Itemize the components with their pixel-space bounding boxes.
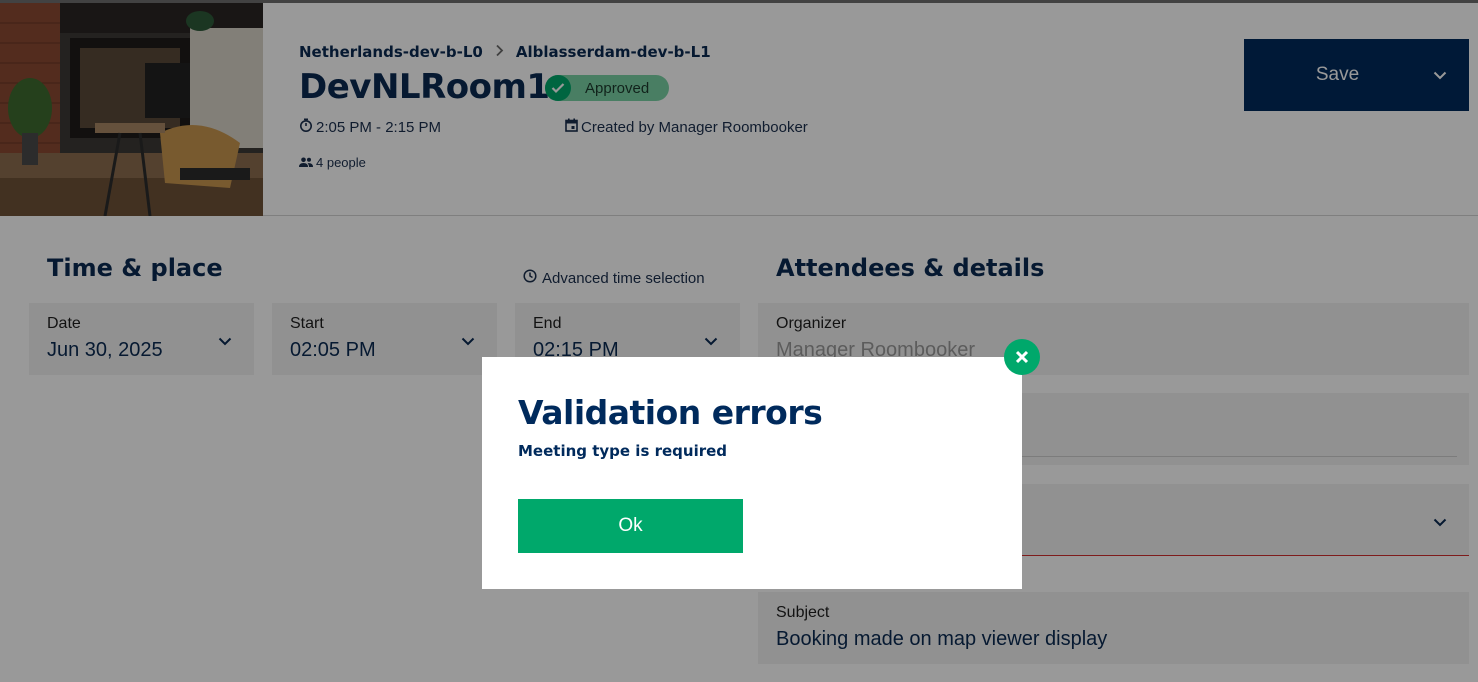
- validation-errors-dialog: Validation errors Meeting type is requir…: [482, 357, 1022, 589]
- dialog-message: Meeting type is required: [518, 442, 728, 460]
- dialog-title: Validation errors: [518, 393, 823, 432]
- close-icon[interactable]: [1004, 339, 1040, 375]
- ok-button[interactable]: Ok: [518, 499, 743, 553]
